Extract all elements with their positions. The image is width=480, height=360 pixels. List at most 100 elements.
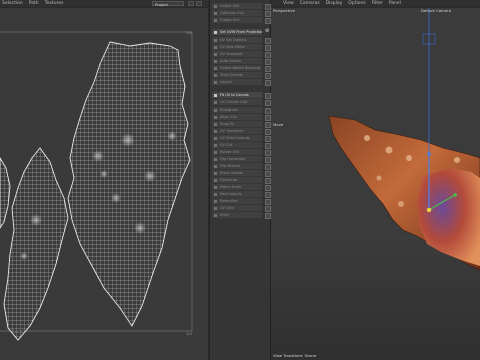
toolbox-item[interactable]: UV Sets Editor bbox=[212, 44, 262, 50]
tool-icon bbox=[213, 11, 217, 15]
toolbox-item[interactable]: Stack Islands bbox=[212, 170, 262, 176]
uv-shell-small[interactable] bbox=[0, 157, 11, 229]
toolbox-item-label: Normalize bbox=[220, 199, 238, 203]
toolbox-item[interactable]: UV Canvas Grid bbox=[212, 99, 262, 105]
toolbox-item[interactable]: Set UVW From Projection bbox=[212, 29, 262, 35]
toolbox-item-label: Set UVW From Projection bbox=[220, 30, 262, 34]
uv-editor-canvas[interactable]: 1.0 1.0 bbox=[0, 8, 208, 360]
toolbox-item[interactable]: Shell bbox=[212, 212, 262, 218]
viewport-view-label: Perspective bbox=[273, 8, 295, 13]
toolbox-item-label: Unfold UVs bbox=[220, 4, 240, 8]
tool-icon bbox=[213, 178, 217, 182]
tool-icon bbox=[213, 129, 217, 133]
tool-icon bbox=[213, 93, 217, 97]
uv-menu-item-selection[interactable]: Selection bbox=[2, 1, 23, 6]
tool-icon bbox=[213, 213, 217, 217]
uv-toolbar-button-a[interactable] bbox=[188, 1, 194, 6]
viewport-menubar: View Cameras Display Options Filter Pane… bbox=[271, 0, 480, 7]
toolbox-item[interactable]: Distribute bbox=[212, 177, 262, 183]
tool-icon bbox=[213, 66, 217, 70]
toolbox-item[interactable]: Pack Islands bbox=[212, 191, 262, 197]
toolbox-item-label: UV Snapshot bbox=[220, 52, 243, 56]
toolbox-item-label: Match Scale bbox=[220, 185, 242, 189]
toolbox-item-label: Pack Islands bbox=[220, 192, 242, 196]
viewport-menu-display[interactable]: Display bbox=[326, 1, 343, 6]
tool-icon bbox=[213, 206, 217, 210]
toolbox-item-label: Fit UV to Canvas bbox=[220, 93, 249, 97]
tool-icon bbox=[213, 18, 217, 22]
toolbox-item[interactable]: UV Snapshot bbox=[212, 51, 262, 57]
toolbox-item-label: Rotate UVs bbox=[220, 150, 240, 154]
toolbox-item-label: UV Stitch Islands bbox=[220, 136, 250, 140]
toolbox-item[interactable]: Match Scale bbox=[212, 184, 262, 190]
tool-icon bbox=[213, 185, 217, 189]
toolbox-item[interactable]: Flip Horizontal bbox=[212, 156, 262, 162]
uv-menu-item-textures[interactable]: Textures bbox=[45, 1, 64, 6]
toolbox-item[interactable]: Rotate UVs bbox=[212, 149, 262, 155]
settings-gear-icon[interactable]: ⚙ bbox=[265, 29, 270, 34]
toolbox-item[interactable]: Layout bbox=[212, 79, 262, 85]
toolbox-item[interactable]: Texel Density bbox=[212, 72, 262, 78]
3d-viewport[interactable]: Perspective Default Camera Move View Tra… bbox=[271, 8, 480, 360]
uv-editor-menubar: Selection Path Textures Project bbox=[0, 0, 208, 7]
tool-icon bbox=[213, 199, 217, 203]
toolbox-item[interactable]: Auto Seams bbox=[212, 58, 262, 64]
tool-icon bbox=[213, 30, 217, 34]
toolbox-item-label: Create UVs bbox=[220, 18, 240, 22]
toolbox-item[interactable]: UV Grid bbox=[212, 205, 262, 211]
tool-icon bbox=[213, 4, 217, 8]
uv-toolbar-button-b[interactable] bbox=[196, 1, 202, 6]
toolbox-item-label: UV Grid bbox=[220, 206, 234, 210]
toolbox-item-label: UV Canvas Grid bbox=[220, 100, 248, 104]
toolbox-item[interactable]: UV Stitch Islands bbox=[212, 135, 262, 141]
tool-icon bbox=[213, 171, 217, 175]
tool-icon bbox=[213, 157, 217, 161]
uv-shell-large[interactable] bbox=[67, 41, 191, 327]
viewport-menu-cameras[interactable]: Cameras bbox=[300, 1, 320, 6]
toolbox-item-label: Auto Seams bbox=[220, 59, 241, 63]
tool-icon bbox=[213, 150, 217, 154]
toolbox-item-label: Texel Density bbox=[220, 73, 244, 77]
toolbox-item[interactable]: Align UVs bbox=[212, 114, 262, 120]
toolbox-item[interactable]: Normalize bbox=[212, 198, 262, 204]
toolbox-item[interactable]: Create UVs bbox=[212, 17, 262, 23]
toolbox-item-label: UV Cut bbox=[220, 143, 233, 147]
viewport-menu-view[interactable]: View bbox=[283, 1, 294, 6]
toolbox-item-label: Shell bbox=[220, 213, 229, 217]
toolbox-item-label: UV Sets Editor bbox=[220, 45, 246, 49]
toolbox-item-label: Distribute bbox=[220, 178, 238, 182]
toolbox-item-label: Stack Islands bbox=[220, 171, 244, 175]
viewport-menu-panel[interactable]: Panel bbox=[389, 1, 401, 6]
viewport-menu-options[interactable]: Options bbox=[348, 1, 365, 6]
toolbox-item[interactable]: Unfold UVs bbox=[212, 3, 262, 9]
tool-icon bbox=[213, 192, 217, 196]
uv-shell-medium[interactable] bbox=[3, 147, 69, 341]
tool-icon bbox=[213, 108, 217, 112]
viewport-status-label: View Transform: Scene bbox=[273, 353, 317, 358]
tool-icon bbox=[213, 164, 217, 168]
viewport-scene-svg bbox=[271, 8, 480, 360]
toolbox-item[interactable]: UV Cut bbox=[212, 142, 262, 148]
tool-icon bbox=[213, 45, 217, 49]
tool-icon bbox=[213, 115, 217, 119]
toolbox-item[interactable]: Fit UV to Canvas bbox=[212, 92, 262, 98]
viewport-floor bbox=[271, 238, 480, 360]
uv-corner-label-bottom: 1.0 bbox=[186, 332, 192, 336]
projection-dropdown[interactable]: Project bbox=[152, 1, 184, 7]
toolbox-item[interactable]: Unfold Before Relaxing bbox=[212, 65, 262, 71]
toolbox-item[interactable]: UV Set Options bbox=[212, 37, 262, 43]
uv-corner-label-top: 1.0 bbox=[186, 31, 192, 35]
tool-icon bbox=[213, 52, 217, 56]
viewport-camera-label: Default Camera bbox=[421, 8, 451, 13]
toolbox-item[interactable]: Flip Vertical bbox=[212, 163, 262, 169]
toolbox-item[interactable]: Straighten bbox=[212, 107, 262, 113]
viewport-menu-filter[interactable]: Filter bbox=[372, 1, 383, 6]
toolbox-item-label: Flip Horizontal bbox=[220, 157, 246, 161]
toolbox-item[interactable]: Snap To bbox=[212, 121, 262, 127]
toolbox-item[interactable]: Optimize UVs bbox=[212, 10, 262, 16]
tool-icon bbox=[213, 38, 217, 42]
uv-menu-item-path[interactable]: Path bbox=[29, 1, 39, 6]
toolbox-item[interactable]: UV Transform bbox=[212, 128, 262, 134]
tool-icon bbox=[213, 100, 217, 104]
toolbox-item-label: Flip Vertical bbox=[220, 164, 241, 168]
